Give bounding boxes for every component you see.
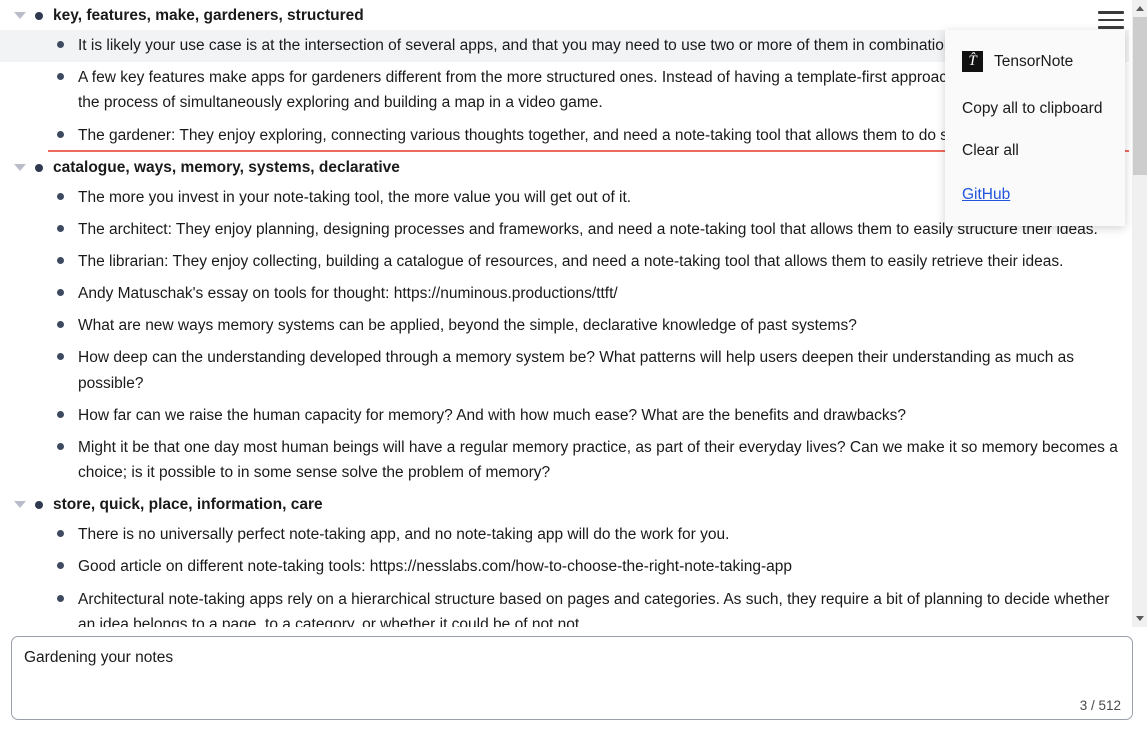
hamburger-bar [1098,18,1124,22]
menu-item-clear-all[interactable]: Clear all [945,135,1125,167]
bullet-dot-icon [57,41,64,49]
note-item[interactable]: Andy Matuschak's essay on tools for thou… [0,278,1129,310]
note-item-text: The librarian: They enjoy collecting, bu… [78,253,1064,271]
note-item[interactable]: The librarian: They enjoy collecting, bu… [0,246,1129,278]
menu-spacer [945,125,1125,135]
bullet-dot-icon [57,594,64,602]
note-group-title: catalogue, ways, memory, systems, declar… [53,158,400,176]
bullet-dot-icon [57,442,64,450]
bullet-dot-icon [57,257,64,265]
bullet-dot-icon [35,501,43,510]
note-group-header[interactable]: store, quick, place, information, care [0,489,1129,519]
bullet-dot-icon [57,130,64,138]
collapse-triangle-icon[interactable] [14,12,27,20]
hamburger-bar [1098,11,1124,14]
scrollbar-thumb[interactable] [1133,17,1147,175]
bullet-dot-icon [57,562,64,570]
note-item-text: Might it be that one day most human bein… [78,438,1123,481]
scroll-down-arrow-icon[interactable] [1132,610,1147,627]
menu-item-github-link[interactable]: GitHub [945,177,1010,208]
note-item[interactable]: How far can we raise the human capacity … [0,400,1129,432]
bullet-dot-icon [57,530,64,538]
note-group-title: key, features, make, gardeners, structur… [53,7,364,24]
collapse-triangle-icon[interactable] [14,501,27,509]
scroll-up-arrow-icon[interactable] [1132,0,1147,17]
note-group: store, quick, place, information, care Th… [0,489,1129,627]
note-item[interactable]: How deep can the understanding developed… [0,342,1129,399]
note-item[interactable]: There is no universally perfect note-tak… [0,519,1129,551]
bullet-dot-icon [57,73,64,81]
note-item-text: Architectural note-taking apps rely on a… [78,590,1114,628]
main-menu-panel: T̂ TensorNote Copy all to clipboard Clea… [945,30,1125,226]
menu-item-copy-all[interactable]: Copy all to clipboard [945,93,1125,125]
note-item-text: How far can we raise the human capacity … [78,406,906,424]
note-item-text: Good article on different note-taking to… [78,558,792,576]
bullet-dot-icon [57,321,64,329]
bullet-dot-icon [35,163,43,172]
note-input-value: Gardening your notes [24,649,174,666]
note-item-text: There is no universally perfect note-tak… [78,526,730,544]
bullet-dot-icon [57,192,64,200]
tensornote-logo-icon: T̂ [962,51,983,72]
hamburger-bar [1098,26,1124,29]
menu-spacer [945,83,1125,93]
hamburger-menu-icon[interactable] [1098,11,1124,31]
character-counter: 3 / 512 [1079,698,1121,713]
bullet-dot-icon [57,353,64,361]
note-item[interactable]: Might it be that one day most human bein… [0,432,1129,489]
bullet-dot-icon [35,12,43,20]
note-group-header[interactable]: key, features, make, gardeners, structur… [0,0,1129,30]
note-item[interactable]: What are new ways memory systems can be … [0,310,1129,342]
menu-spacer [945,167,1125,177]
note-group-title: store, quick, place, information, care [53,496,323,514]
vertical-scrollbar[interactable] [1132,0,1147,627]
bullet-dot-icon [57,289,64,297]
note-item[interactable]: Good article on different note-taking to… [0,551,1129,583]
note-item[interactable]: Architectural note-taking apps rely on a… [0,584,1129,628]
note-input-textarea[interactable]: Gardening your notes 3 / 512 [11,636,1133,720]
note-item-text: What are new ways memory systems can be … [78,317,857,335]
note-item-text: How deep can the understanding developed… [78,349,1079,392]
menu-item-brand: T̂ TensorNote [945,42,1125,83]
note-item-text: Andy Matuschak's essay on tools for thou… [78,285,618,303]
brand-label: TensorNote [994,52,1074,70]
bullet-dot-icon [57,410,64,418]
bullet-dot-icon [57,225,64,233]
collapse-triangle-icon[interactable] [14,163,27,172]
